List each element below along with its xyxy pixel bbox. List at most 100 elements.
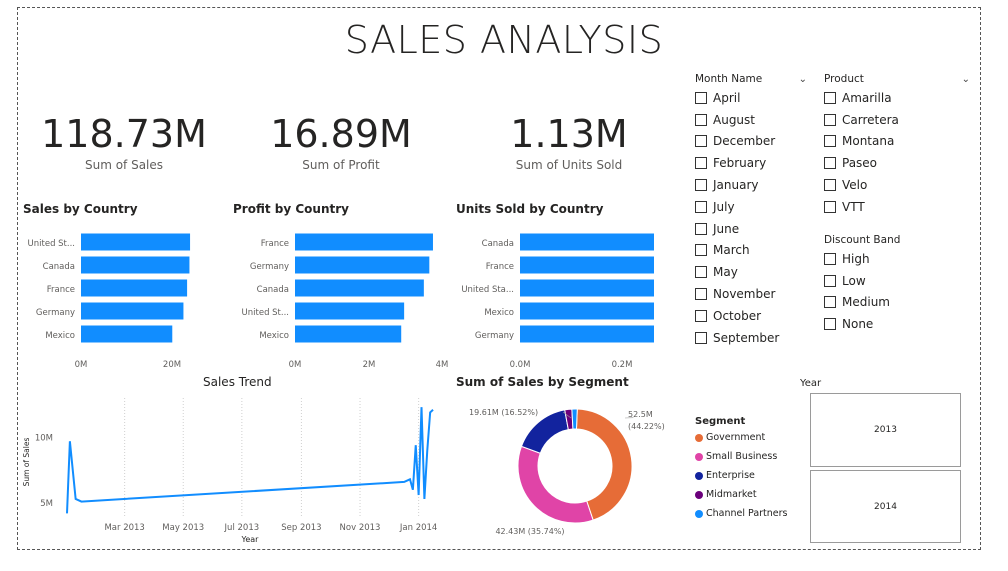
bar[interactable] <box>295 279 424 297</box>
bar[interactable] <box>81 233 191 251</box>
bar[interactable] <box>295 233 433 251</box>
checkbox[interactable] <box>824 318 836 331</box>
checkbox[interactable] <box>695 331 707 344</box>
slicer-option-april[interactable]: April <box>695 87 807 109</box>
checkbox[interactable] <box>824 157 836 170</box>
bar[interactable] <box>81 325 173 343</box>
bar[interactable] <box>520 279 654 297</box>
kpi-card-profit[interactable]: 16.89M Sum of Profit <box>258 112 424 172</box>
slicer-option-march[interactable]: March <box>695 240 807 262</box>
slicer-header[interactable]: Product ⌄ <box>824 71 970 87</box>
slicer-option-label: Medium <box>842 295 890 310</box>
checkbox[interactable] <box>824 274 836 287</box>
slicer-option-june[interactable]: June <box>695 218 807 240</box>
chevron-down-icon[interactable]: ⌄ <box>962 74 970 85</box>
slicer-option-none[interactable]: None <box>824 313 970 335</box>
bar[interactable] <box>295 325 402 343</box>
slicer-header[interactable]: Month Name ⌄ <box>695 71 807 87</box>
chart-title-profit-by-country: Profit by Country <box>233 202 349 216</box>
kpi-card-units[interactable]: 1.13M Sum of Units Sold <box>484 112 654 172</box>
year-tile-2014[interactable]: 2014 <box>810 470 961 543</box>
legend-item-government[interactable]: Government <box>695 432 765 443</box>
chevron-down-icon[interactable]: ⌄ <box>799 74 807 85</box>
slicer-option-december[interactable]: December <box>695 131 807 153</box>
slicer-option-august[interactable]: August <box>695 109 807 131</box>
slicer-option-high[interactable]: High <box>824 248 970 270</box>
slicer-month-name: Month Name ⌄ April August December Febru… <box>695 71 807 349</box>
slicer-option-amarilla[interactable]: Amarilla <box>824 87 970 109</box>
slicer-option-carretera[interactable]: Carretera <box>824 109 970 131</box>
slicer-option-label: August <box>713 112 755 127</box>
slicer-option-may[interactable]: May <box>695 261 807 283</box>
donut-slice[interactable] <box>517 445 594 524</box>
bar[interactable] <box>520 302 654 320</box>
bar[interactable] <box>81 302 184 320</box>
checkbox[interactable] <box>824 113 836 126</box>
kpi-card-sales[interactable]: 118.73M Sum of Sales <box>38 112 210 172</box>
x-axis-label: Year <box>241 535 260 544</box>
legend-item-channel-partners[interactable]: Channel Partners <box>695 508 788 519</box>
slicer-option-july[interactable]: July <box>695 196 807 218</box>
slicer-option-velo[interactable]: Velo <box>824 174 970 196</box>
legend-title: Segment <box>695 416 746 427</box>
bar[interactable] <box>295 256 430 274</box>
slicer-option-january[interactable]: January <box>695 174 807 196</box>
legend-label: Channel Partners <box>706 508 788 519</box>
x-tick-label: Mar 2013 <box>104 523 144 533</box>
checkbox[interactable] <box>695 91 707 104</box>
bar-chart-sales-by-country[interactable]: United St... Canada France Germany Mexico 0M 2… <box>20 222 220 374</box>
slicer-title: Month Name <box>695 73 763 85</box>
data-label: 42.43M (35.74%) <box>495 527 564 536</box>
checkbox[interactable] <box>824 135 836 148</box>
donut-chart-sales-by-segment[interactable]: 52.5M (44.22%) 42.43M (35.74%) 19.61M (16.5… <box>455 392 685 544</box>
series-line[interactable] <box>66 407 434 514</box>
legend-item-midmarket[interactable]: Midmarket <box>695 489 757 500</box>
checkbox[interactable] <box>824 179 836 192</box>
slicer-option-november[interactable]: November <box>695 283 807 305</box>
slicer-option-october[interactable]: October <box>695 305 807 327</box>
checkbox[interactable] <box>695 266 707 279</box>
bar[interactable] <box>81 256 190 274</box>
legend-item-small-business[interactable]: Small Business <box>695 451 777 462</box>
slicer-option-vtt[interactable]: VTT <box>824 196 970 218</box>
checkbox[interactable] <box>824 200 836 213</box>
slicer-option-montana[interactable]: Montana <box>824 131 970 153</box>
checkbox[interactable] <box>824 91 836 104</box>
slicer-option-september[interactable]: September <box>695 327 807 349</box>
y-tick-label: 10M <box>35 433 53 443</box>
checkbox[interactable] <box>824 252 836 265</box>
checkbox[interactable] <box>695 222 707 235</box>
bar[interactable] <box>520 256 654 274</box>
bar[interactable] <box>520 325 654 343</box>
slicer-option-label: High <box>842 251 870 266</box>
legend-dot <box>695 471 703 480</box>
legend-label: Small Business <box>706 451 778 462</box>
checkbox[interactable] <box>695 135 707 148</box>
checkbox[interactable] <box>695 288 707 301</box>
slicer-option-medium[interactable]: Medium <box>824 292 970 314</box>
checkbox[interactable] <box>695 309 707 322</box>
data-label: 19.61M (16.52%) <box>469 408 538 417</box>
checkbox[interactable] <box>695 200 707 213</box>
bar[interactable] <box>81 279 188 297</box>
bar[interactable] <box>295 302 405 320</box>
legend-item-enterprise[interactable]: Enterprise <box>695 470 755 481</box>
checkbox[interactable] <box>695 157 707 170</box>
slicer-option-paseo[interactable]: Paseo <box>824 152 970 174</box>
line-chart-sales-trend[interactable]: Mar 2013 May 2013 Jul 2013 Sep 2013 Nov 2013… <box>20 392 445 547</box>
slicer-option-label: September <box>713 330 780 345</box>
checkbox[interactable] <box>824 296 836 309</box>
bar-chart-units-by-country[interactable]: Canada France United Sta... Mexico Germany 0.… <box>452 222 654 374</box>
donut-slice[interactable] <box>571 408 578 430</box>
category-label: Canada <box>482 239 514 249</box>
bar-chart-profit-by-country[interactable]: France Germany Canada United St... Mexico 0M 2… <box>230 222 452 374</box>
x-tick-label: 20M <box>163 360 181 370</box>
category-label: United St... <box>28 239 75 249</box>
year-tile-2013[interactable]: 2013 <box>810 393 961 467</box>
slicer-option-february[interactable]: February <box>695 152 807 174</box>
checkbox[interactable] <box>695 113 707 126</box>
slicer-option-low[interactable]: Low <box>824 270 970 292</box>
checkbox[interactable] <box>695 179 707 192</box>
checkbox[interactable] <box>695 244 707 257</box>
bar[interactable] <box>520 233 654 251</box>
